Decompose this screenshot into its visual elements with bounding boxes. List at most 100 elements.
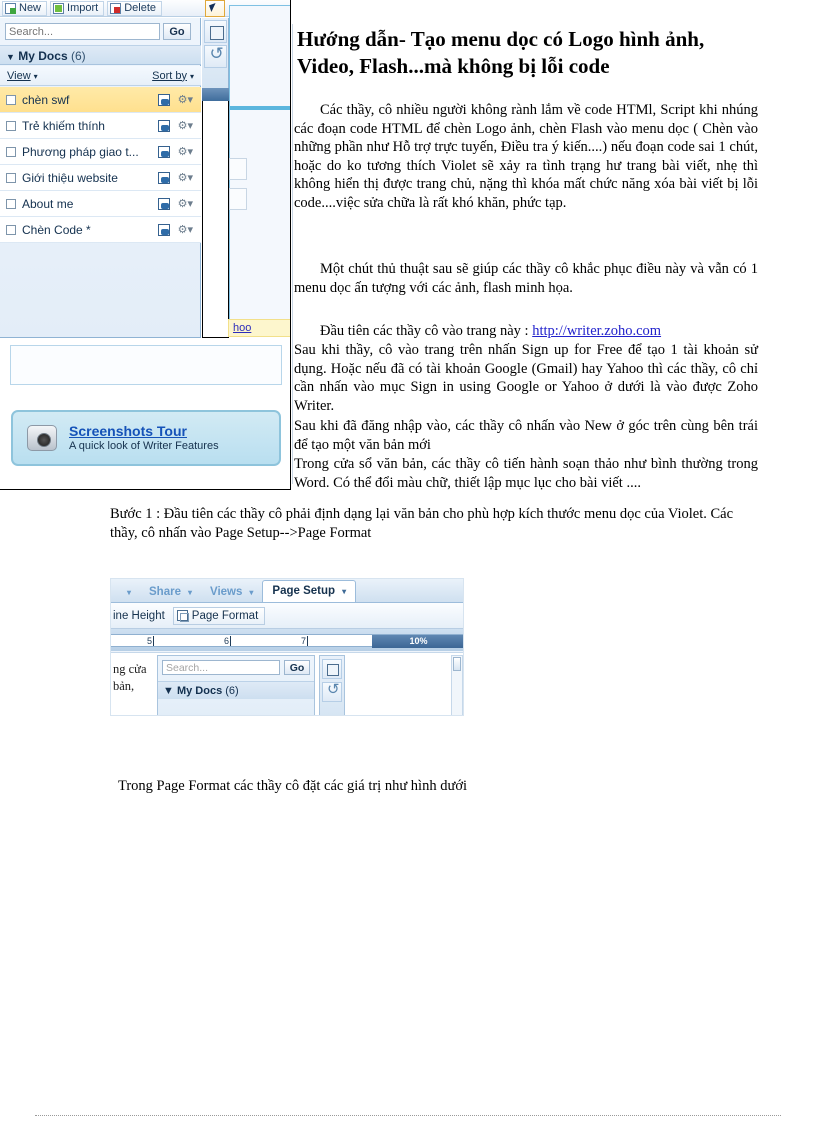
list-item[interactable]: About me ⚙▾ [0, 191, 201, 217]
import-button[interactable]: Import [50, 0, 105, 16]
empty-content-pane [10, 345, 282, 385]
tour-text-block: Screenshots Tour A quick look of Writer … [69, 423, 219, 453]
refresh-icon[interactable] [322, 680, 342, 702]
placeholder-field-1[interactable] [229, 158, 247, 180]
page-format-icon [176, 610, 189, 622]
tab-views[interactable]: Views ▾ [201, 583, 262, 602]
link-lead-text: Đầu tiên các thầy cô vào trang này : [320, 323, 533, 339]
chevron-down-icon: ▾ [187, 588, 192, 597]
tab-share[interactable]: Share ▾ [140, 583, 201, 602]
list-item[interactable]: Phương pháp giao t... ⚙▾ [0, 139, 201, 165]
tab-views-label: Views [210, 586, 243, 598]
row-checkbox[interactable] [6, 94, 16, 105]
search-go-button[interactable]: Go [284, 660, 310, 675]
paragraph-2: Một chút thủ thuật sau sẽ giúp các thầy … [294, 261, 758, 296]
share-document-icon[interactable] [157, 145, 170, 158]
embedded-screenshot-zoho-docs: New Import Delete Go ▼ My Docs (6) [0, 0, 291, 490]
refresh-icon[interactable] [203, 44, 227, 68]
vertical-scrollbar[interactable] [451, 655, 463, 715]
documents-sidebar: Go ▼ My Docs (6) View▾ Sort by▾ chèn swf [0, 18, 201, 338]
collapse-panel-button[interactable] [205, 0, 225, 17]
list-item[interactable]: Trẻ khiếm thính ⚙▾ [0, 113, 201, 139]
paragraph-new-doc: Sau khi đã đăng nhập vào, các thầy cô nh… [294, 418, 758, 453]
search-row: Go [5, 23, 195, 40]
text-column-rule [292, 24, 293, 484]
page-title: Hướng dẫn- Tạo menu dọc có Logo hình ảnh… [297, 27, 705, 78]
new-button[interactable]: New [2, 0, 48, 16]
gear-dropdown-icon[interactable]: ⚙▾ [178, 171, 193, 184]
overlay-white-strip [202, 101, 229, 338]
zoom-level-indicator[interactable]: 10% [372, 635, 463, 648]
list-item[interactable]: chèn swf ⚙▾ [0, 87, 201, 113]
gear-dropdown-icon[interactable]: ⚙▾ [178, 197, 193, 210]
search-go-button[interactable]: Go [163, 23, 191, 40]
document-name: Trẻ khiếm thính [22, 118, 105, 133]
row-checkbox[interactable] [6, 224, 16, 235]
screenshots-tour-box[interactable]: Screenshots Tour A quick look of Writer … [11, 410, 281, 466]
footer-divider [35, 1115, 781, 1116]
document-name: Phương pháp giao t... [22, 144, 139, 159]
horizontal-ruler[interactable]: 5 6 7 10% [111, 634, 463, 648]
fragment-line-1: ng cửa [113, 662, 147, 676]
share-document-icon[interactable] [157, 119, 170, 132]
view-label: View [7, 69, 31, 82]
tab-leading-caret[interactable]: ▾ [111, 583, 140, 602]
editor-divider [230, 106, 290, 110]
document-name: About me [22, 196, 74, 211]
my-docs-header[interactable]: ▼ My Docs (6) [158, 681, 314, 699]
row-checkbox[interactable] [6, 172, 16, 183]
delete-button[interactable]: Delete [107, 0, 162, 16]
gear-dropdown-icon[interactable]: ⚙▾ [178, 223, 193, 236]
row-checkbox[interactable] [6, 198, 16, 209]
scrollbar-thumb[interactable] [453, 657, 461, 671]
chevron-down-icon: ▾ [127, 588, 132, 597]
share-document-icon[interactable] [157, 171, 170, 184]
ruler-tick-7: 7 [301, 636, 309, 646]
view-dropdown[interactable]: View ▾ [7, 70, 38, 82]
save-icon[interactable] [322, 659, 342, 679]
screenshots-tour-subtitle: A quick look of Writer Features [69, 440, 219, 452]
row-checkbox[interactable] [6, 146, 16, 157]
import-document-icon [53, 2, 65, 14]
save-icon[interactable] [203, 20, 227, 43]
tab-page-setup[interactable]: Page Setup ▾ [262, 580, 357, 602]
paragraph-signup: Sau khi thầy, cô vào trang trên nhấn Sig… [294, 342, 758, 414]
share-document-icon[interactable] [157, 197, 170, 210]
collapse-arrow-icon [209, 3, 218, 12]
placeholder-field-2[interactable] [229, 188, 247, 210]
closing-text: Trong Page Format các thầy cô đặt các gi… [118, 778, 468, 794]
import-button-label: Import [67, 1, 99, 14]
my-docs-header[interactable]: ▼ My Docs (6) [0, 45, 201, 65]
fragment-line-2: bản, [113, 679, 135, 693]
gear-dropdown-icon[interactable]: ⚙▾ [178, 145, 193, 158]
delete-button-label: Delete [124, 1, 156, 14]
search-input[interactable]: Search... [162, 660, 280, 675]
document-list: chèn swf ⚙▾ Trẻ khiếm thính ⚙▾ Phương ph… [0, 87, 201, 243]
share-document-icon[interactable] [157, 223, 170, 236]
zoho-writer-link[interactable]: http://writer.zoho.com [532, 323, 661, 339]
search-input[interactable] [5, 23, 160, 40]
chevron-down-icon: ▼ [6, 52, 15, 62]
row-checkbox[interactable] [6, 120, 16, 131]
tab-share-label: Share [149, 586, 181, 598]
line-height-button[interactable]: ine Height [113, 610, 165, 622]
ruler-tick-5: 5 [147, 636, 155, 646]
list-item[interactable]: Giới thiệu website ⚙▾ [0, 165, 201, 191]
sort-by-label: Sort by [152, 69, 187, 82]
yahoo-link-fragment[interactable]: hoo [228, 319, 290, 337]
gear-dropdown-icon[interactable]: ⚙▾ [178, 119, 193, 132]
sort-by-dropdown[interactable]: Sort by ▾ [152, 70, 194, 82]
document-page: New Import Delete Go ▼ My Docs (6) [0, 0, 816, 1123]
my-docs-label: My Docs [176, 685, 223, 697]
chevron-down-icon: ▼ [163, 685, 174, 697]
editor-panel-fragment: hoo [228, 5, 290, 337]
side-tool-column [202, 18, 229, 88]
screenshots-tour-link[interactable]: Screenshots Tour [69, 423, 219, 439]
list-item[interactable]: Chèn Code * ⚙▾ [0, 217, 201, 243]
page-format-button[interactable]: Page Format [172, 606, 266, 625]
share-document-icon[interactable] [157, 93, 170, 106]
document-text-fragment: ng cửa bản, [113, 661, 155, 695]
gear-dropdown-icon[interactable]: ⚙▾ [178, 93, 193, 106]
paragraph-1: Các thầy, cô nhiều người không rành lắm … [294, 102, 758, 211]
paragraph-editor: Trong cửa sổ văn bản, các thầy cô tiến h… [294, 456, 758, 491]
